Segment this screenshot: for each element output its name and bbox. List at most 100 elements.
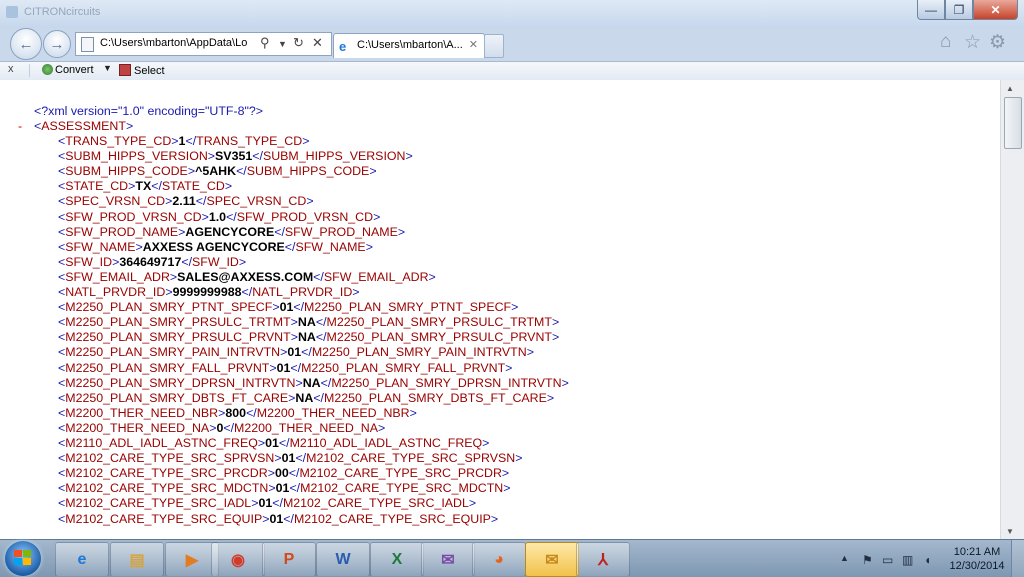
favorites-star-icon[interactable]: ☆ [964,31,981,54]
taskbar-button[interactable]: W [316,542,370,577]
xml-close-tag-name: M2102_CARE_TYPE_SRC_SPRVSN [306,451,516,466]
xml-bracket: </ [289,481,301,496]
xml-element-row: <M2250_PLAN_SMRY_PRSULC_TRTMT>NA</M2250_… [58,315,559,330]
vertical-scrollbar[interactable]: ▲ ▼ [1000,80,1024,540]
scroll-down-arrow-icon[interactable]: ▼ [1006,527,1014,536]
maximize-button[interactable]: ❐ [945,0,973,20]
xml-element-value: 01 [279,300,294,315]
taskbar-button[interactable]: ✉ [421,542,475,577]
xml-element-value: 1.0 [208,209,227,224]
address-bar[interactable]: C:\Users\mbarton\AppData\Lo ⚲ ▼ ↻ ✕ [75,32,332,56]
xml-bracket: </ [278,436,290,450]
xml-bracket: > [409,405,417,420]
taskbar-button[interactable]: X [370,542,424,577]
xml-bracket: </ [290,360,302,375]
collapse-toggle[interactable]: - [18,119,22,134]
close-button[interactable]: ✕ [973,0,1018,20]
stop-icon[interactable]: ✕ [312,35,323,51]
xml-open-tag-name: TRANS_TYPE_CD [65,134,172,148]
address-text[interactable]: C:\Users\mbarton\AppData\Lo [100,37,258,49]
xml-bracket: > [526,345,534,360]
xml-element-row: <M2200_THER_NEED_NA>0</M2200_THER_NEED_N… [58,421,385,436]
xml-close-tag-name: M2250_PLAN_SMRY_DPRSN_INTRVTN [331,375,562,390]
xml-bracket: > [428,269,436,284]
internet-explorer-icon: e [77,550,87,568]
taskbar-button[interactable]: ⅄ [576,542,630,577]
xml-bracket: </ [301,345,312,360]
scroll-up-arrow-icon[interactable]: ▲ [1006,84,1014,93]
home-icon[interactable]: ⌂ [940,31,951,53]
window-title-bar[interactable]: CITRONcircuits — ❐ ✕ [0,0,1024,28]
network-icon[interactable]: ▥ [902,553,913,567]
xml-close-tag-name: SFW_PROD_NAME [284,224,398,239]
xml-bracket: </ [185,134,197,148]
xml-bracket: > [257,436,266,450]
command-bar-close[interactable]: x [8,63,14,75]
taskbar-button[interactable]: ▤ [110,542,164,577]
xml-open-tag-name: M2102_CARE_TYPE_SRC_SPRVSN [65,451,275,466]
xml-element-value: TX [135,179,152,194]
action-center-flag-icon[interactable]: ⚑ [862,553,873,567]
xml-element-value: AXXESS AGENCYCORE [142,239,285,254]
dropdown-icon[interactable]: ▼ [278,39,287,49]
convert-dropdown-icon[interactable]: ▼ [103,63,112,73]
xml-bracket: </ [151,179,162,194]
ie-page-icon: e [339,39,347,54]
tab-title: C:\Users\mbarton\A... [357,39,463,51]
device-icon[interactable]: ▭ [882,553,893,567]
xml-bracket: </ [181,254,193,269]
xml-open-tag-name: SFW_PROD_NAME [65,224,179,239]
xml-element-row: <M2250_PLAN_SMRY_PRSULC_PRVNT>NA</M2250_… [58,330,559,345]
xml-bracket: </ [272,496,283,511]
forward-button[interactable]: → [43,30,71,58]
xml-bracket: </ [241,285,253,299]
xml-close-tag-name: M2200_THER_NEED_NBR [256,405,410,420]
select-button[interactable]: Select [119,64,165,77]
taskbar-button[interactable]: ✉ [525,542,579,577]
xml-element-row: <SFW_PROD_NAME>AGENCYCORE</SFW_PROD_NAME… [58,225,405,240]
xml-element-value: 01 [281,451,296,466]
taskbar-button[interactable]: e [55,542,109,577]
xml-bracket: > [551,330,560,345]
communicator-icon: ✉ [441,551,455,569]
xml-bracket: > [377,420,386,435]
xml-element-row: <M2250_PLAN_SMRY_DPRSN_INTRVTN>NA</M2250… [58,376,569,391]
minimize-button[interactable]: — [917,0,945,20]
new-tab-button[interactable] [484,34,504,58]
taskbar-button[interactable]: P [262,542,316,577]
scrollbar-thumb[interactable] [1004,97,1022,149]
xml-bracket: </ [320,375,332,390]
show-desktop-button[interactable] [1011,540,1024,577]
select-label: Select [134,65,165,77]
xml-element-row: <TRANS_TYPE_CD>1</TRANS_TYPE_CD> [58,134,309,149]
xml-bracket: > [302,134,310,148]
file-explorer-icon: ▤ [129,551,145,569]
back-button[interactable]: ← [10,28,42,60]
show-hidden-icons-icon[interactable]: ▲ [840,553,849,563]
xml-bracket: > [503,481,511,496]
xml-element-value: 364649717 [119,254,182,269]
xml-close-tag-name: SFW_EMAIL_ADR [323,269,429,284]
taskbar-button[interactable]: ◉ [211,542,265,577]
refresh-icon[interactable]: ↻ [293,35,304,51]
xml-element-row: <M2250_PLAN_SMRY_PTNT_SPECF>01</M2250_PL… [58,300,518,315]
xml-open-tag-name: M2102_CARE_TYPE_SRC_PRCDR [65,466,268,481]
volume-icon[interactable]: ◖ [924,553,931,567]
clock[interactable]: 10:21 AM 12/30/2014 [946,545,1008,573]
xml-close-tag-name: M2102_CARE_TYPE_SRC_EQUIP [293,511,491,526]
browser-tab[interactable]: e C:\Users\mbarton\A... ✕ [333,33,485,58]
tools-gear-icon[interactable]: ⚙ [989,31,1006,54]
xml-element-value: 9999999988 [172,285,242,299]
xml-bracket: > [369,164,377,179]
search-icon[interactable]: ⚲ [260,35,270,51]
command-bar: x Convert ▼ Select [0,61,1024,81]
xml-bracket: > [352,285,360,299]
xml-element-row: <M2102_CARE_TYPE_SRC_IADL>01</M2102_CARE… [58,496,476,511]
xml-open-tag-name: SPEC_VRSN_CD [65,194,166,209]
taskbar-button[interactable]: ◕ [472,542,526,577]
excel-icon: X [391,550,403,568]
convert-button[interactable]: Convert [42,64,94,76]
start-button[interactable] [5,541,41,576]
tab-close-icon[interactable]: ✕ [469,38,478,51]
xml-document-view[interactable]: <?xml version="1.0" encoding="UTF-8"?> -… [0,80,1000,540]
